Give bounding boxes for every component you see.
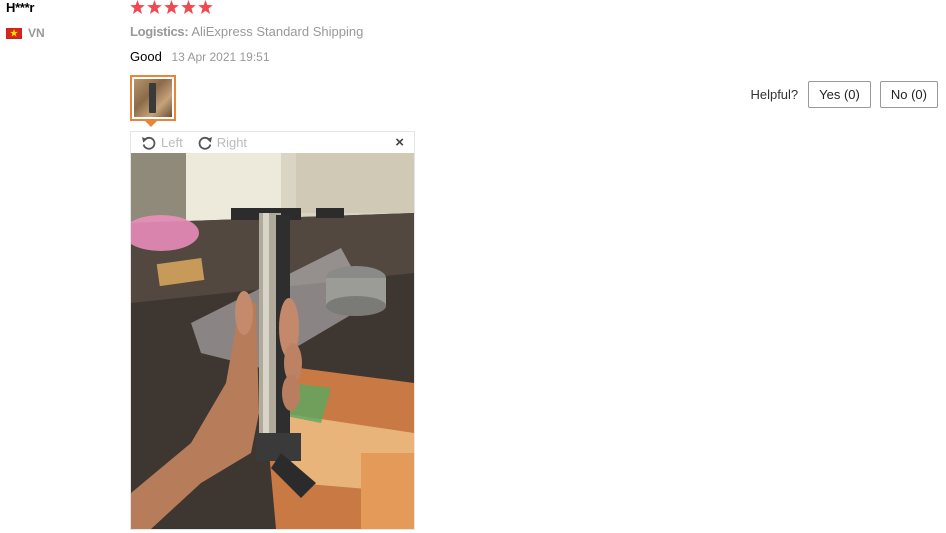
logistics-label: Logistics: [130,24,189,39]
review-item: H***r VN Logistics: AliExpress Standard … [0,0,946,533]
rotate-right-icon [198,136,212,150]
star-icon [198,0,213,14]
close-icon[interactable]: × [395,134,404,151]
rotate-right-label: Right [216,135,248,150]
logistics-info: Logistics: AliExpress Standard Shipping [130,24,363,39]
photo-viewer: Left Right × [130,131,415,530]
star-icon [164,0,179,14]
helpful-no-button[interactable]: No (0) [879,81,938,108]
helpful-label: Helpful? [750,87,799,102]
viewer-toolbar: Left Right × [131,132,414,154]
star-rating [130,0,213,14]
helpful-yes-button[interactable]: Yes (0) [808,81,871,108]
feedback-text: Good [130,49,162,64]
star-icon [181,0,196,14]
review-photo-thumbnail[interactable] [130,75,176,121]
rotate-left-button[interactable]: Left [141,135,183,151]
reviewer-name: H***r [6,0,35,15]
review-photo [131,153,414,529]
helpful-vote: Helpful? Yes (0) No (0) [750,81,938,108]
star-icon [130,0,145,14]
rotate-left-label: Left [161,135,183,150]
thumbnail-active-caret [145,121,157,127]
rotate-right-button[interactable]: Right [197,135,247,151]
star-icon [147,0,162,14]
feedback-line: Good 13 Apr 2021 19:51 [130,49,270,64]
vietnam-flag-icon [6,27,22,39]
logistics-value: AliExpress Standard Shipping [191,24,364,39]
thumbnail-image [134,79,172,117]
feedback-date: 13 Apr 2021 19:51 [171,50,270,64]
reviewer-country: VN [6,26,45,40]
country-code: VN [28,26,45,40]
rotate-left-icon [142,136,156,150]
